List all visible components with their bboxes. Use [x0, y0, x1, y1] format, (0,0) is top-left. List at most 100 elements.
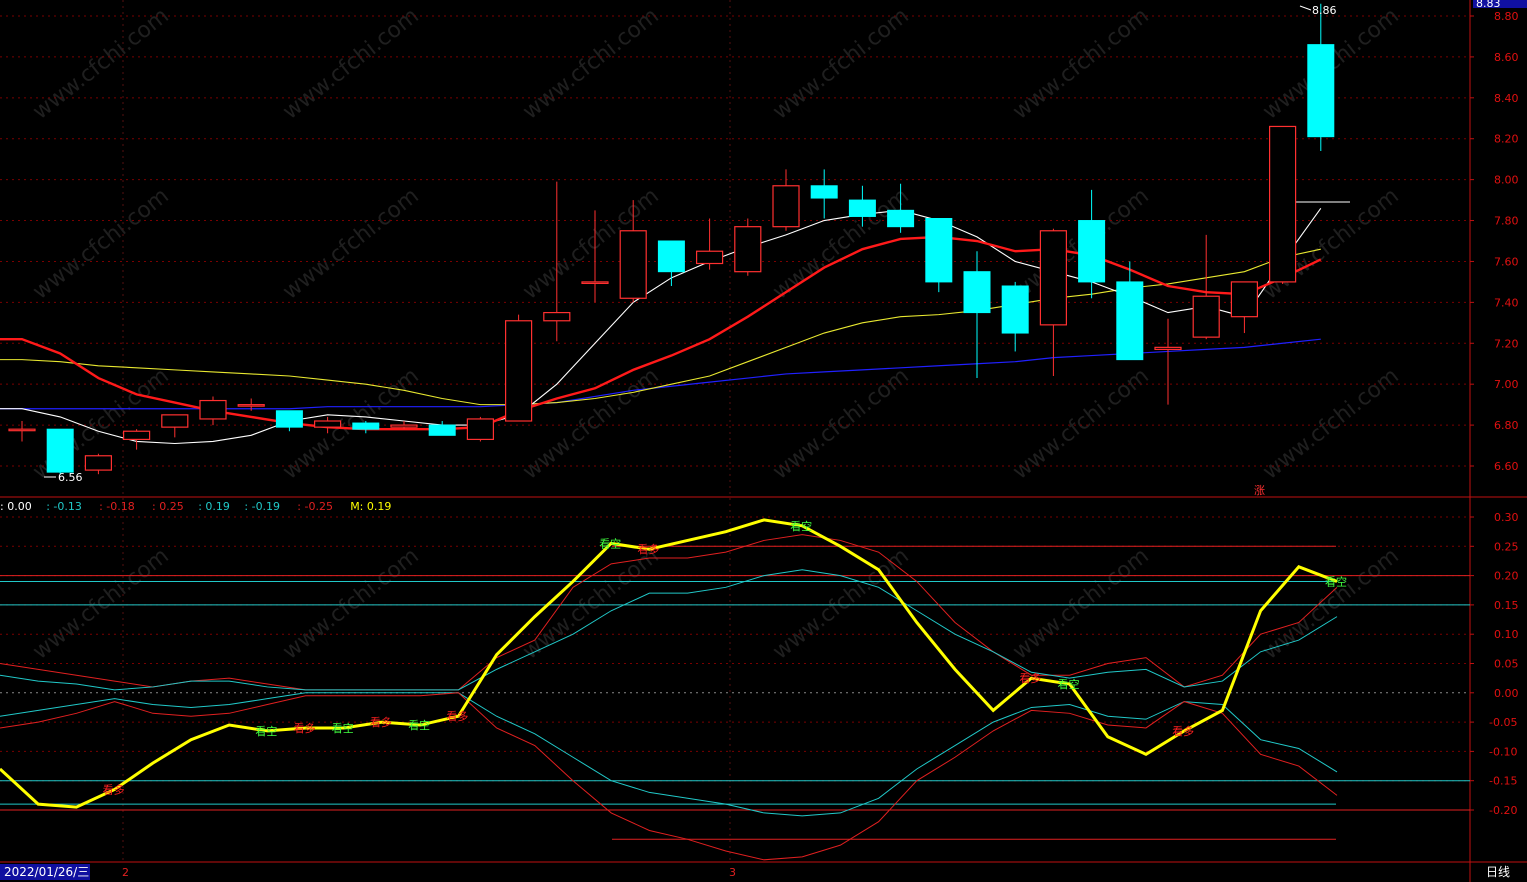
- watermark-text: www.cfchi.com: [1008, 363, 1153, 484]
- candle-body-down: [1078, 220, 1106, 283]
- signal-bull-label: 看多: [446, 709, 468, 723]
- candle[interactable]: [1268, 125, 1297, 284]
- candle-body-down: [848, 199, 876, 217]
- candle[interactable]: [505, 314, 533, 422]
- candle-body-up: [772, 185, 800, 228]
- candle[interactable]: [466, 416, 494, 442]
- candle-body-down: [963, 271, 991, 314]
- indicator-tick-label: 0.25: [1494, 540, 1519, 553]
- candle[interactable]: [428, 421, 456, 436]
- price-tick-label: 7.40: [1494, 296, 1519, 309]
- candle[interactable]: [1230, 281, 1259, 334]
- watermark-text: www.cfchi.com: [28, 543, 173, 664]
- candle[interactable]: [1116, 261, 1144, 361]
- watermark-text: www.cfchi.com: [1008, 3, 1153, 124]
- candle-body-up: [84, 455, 113, 471]
- indicator-band-line: [0, 692, 1338, 861]
- candle[interactable]: [8, 421, 36, 442]
- signal-bear-label: 看空: [790, 519, 812, 533]
- candle-body-up: [581, 281, 609, 285]
- candle-body-up: [314, 420, 342, 428]
- indicator-legend-item: : -0.19: [244, 500, 280, 513]
- price-tick-label: 7.20: [1494, 337, 1519, 350]
- indicator-tick-label: 0.05: [1494, 658, 1519, 671]
- high-price-label: 8.86: [1312, 4, 1337, 17]
- watermark-text: www.cfchi.com: [28, 3, 173, 124]
- candle[interactable]: [810, 169, 838, 219]
- indicator-legend-item: : -0.18: [99, 500, 135, 513]
- signal-bear-label: 看空: [1058, 677, 1080, 691]
- signal-bull-label: 看多: [637, 542, 659, 556]
- candle-body-down: [657, 240, 685, 273]
- candle[interactable]: [1001, 281, 1029, 352]
- candle-body-down: [352, 422, 380, 430]
- candle-body-down: [275, 410, 303, 428]
- candle-body-down: [1116, 281, 1144, 361]
- price-tick-label: 8.20: [1494, 133, 1519, 146]
- candle[interactable]: [1039, 228, 1068, 376]
- indicator-band-line: [0, 692, 1338, 817]
- indicator-tick-label: 0.30: [1494, 511, 1519, 524]
- month-mark-3: 3: [729, 866, 736, 879]
- candle-body-up: [390, 424, 418, 428]
- price-tick-label: 7.00: [1494, 378, 1519, 391]
- candle-body-up: [1268, 125, 1297, 283]
- price-tick-label: 7.80: [1494, 215, 1519, 228]
- watermark-text: www.cfchi.com: [1008, 543, 1153, 664]
- candle-body-up: [1192, 295, 1220, 338]
- watermark-text: www.cfchi.com: [278, 543, 423, 664]
- candle-body-down: [810, 185, 838, 199]
- indicator-legend-item: : 0.00: [0, 500, 32, 513]
- high-pointer: [1299, 5, 1312, 11]
- candle-body-up: [122, 430, 151, 441]
- candle[interactable]: [1307, 3, 1335, 151]
- candle[interactable]: [925, 218, 953, 293]
- candle-body-down: [46, 428, 74, 473]
- candle[interactable]: [199, 396, 227, 426]
- candle-body-up: [466, 418, 494, 441]
- price-tick-label: 7.60: [1494, 255, 1519, 268]
- candle[interactable]: [46, 428, 74, 475]
- indicator-tick-label: -0.05: [1489, 716, 1517, 729]
- signal-bear-label: 看空: [408, 718, 430, 732]
- signal-bull-label: 看多: [370, 715, 392, 729]
- indicator-band-line: [0, 569, 1338, 691]
- candle[interactable]: [122, 429, 151, 450]
- candle-body-up: [543, 311, 571, 322]
- signal-bull-label: 看多: [294, 721, 316, 735]
- stock-chart[interactable]: www.cfchi.com www.cfchi.com www.cfchi.com w…: [0, 0, 1527, 882]
- price-tick-label: 8.80: [1494, 10, 1519, 23]
- candle[interactable]: [695, 218, 724, 270]
- signal-bull-label: 看多: [103, 782, 125, 796]
- candle-body-down: [887, 209, 915, 228]
- price-tick-label: 6.60: [1494, 460, 1519, 473]
- watermark-text: www.cfchi.com: [768, 363, 913, 484]
- indicator-legend-item: : 0.19: [198, 500, 230, 513]
- candle[interactable]: [772, 169, 800, 231]
- candle-body-up: [161, 414, 189, 428]
- candle[interactable]: [1078, 189, 1106, 299]
- candle[interactable]: [161, 414, 189, 438]
- candle[interactable]: [1154, 318, 1182, 405]
- current-price-badge: 8.83: [1476, 0, 1501, 10]
- indicator-tick-label: -0.10: [1489, 745, 1517, 758]
- watermark-text: www.cfchi.com: [1258, 543, 1403, 664]
- signal-bull-label: 看多: [1019, 671, 1041, 685]
- candle[interactable]: [963, 251, 991, 379]
- candlesticks[interactable]: [8, 3, 1335, 478]
- candle-body-down: [925, 218, 953, 283]
- watermark-text: www.cfchi.com: [278, 3, 423, 124]
- indicator-tick-label: 0.00: [1494, 687, 1519, 700]
- candle-body-up: [237, 404, 265, 407]
- price-tick-label: 6.80: [1494, 419, 1519, 432]
- signal-bear-label: 看空: [599, 536, 621, 550]
- period-label: 日线: [1486, 865, 1510, 879]
- signal-bull-label: 看多: [1172, 724, 1194, 738]
- signal-bear-label: 看空: [332, 721, 354, 735]
- candle[interactable]: [1192, 234, 1220, 340]
- candle[interactable]: [275, 410, 303, 432]
- candle[interactable]: [84, 453, 113, 475]
- candle[interactable]: [657, 240, 685, 286]
- month-mark-2: 2: [122, 866, 129, 879]
- candle[interactable]: [734, 218, 762, 276]
